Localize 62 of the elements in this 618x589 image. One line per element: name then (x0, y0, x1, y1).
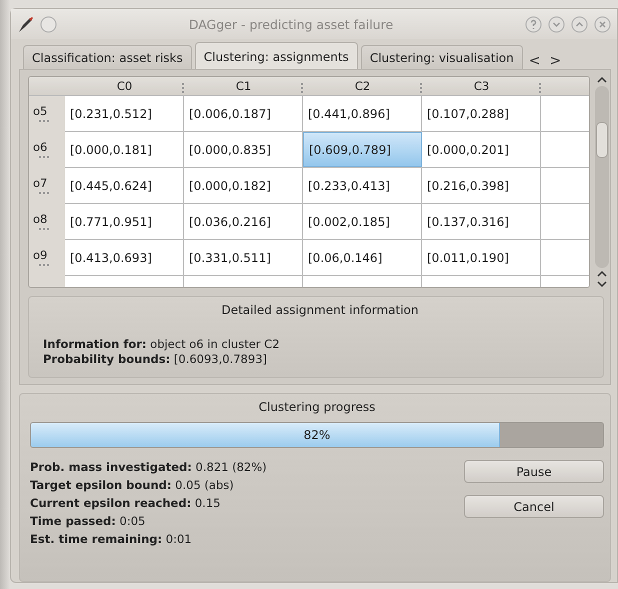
table-cell[interactable]: [0.000,0.201] (422, 132, 541, 167)
row-header[interactable]: o9 (33, 248, 48, 262)
row-header[interactable]: o7 (33, 176, 48, 190)
stat-line: Target epsilon bound: 0.05 (abs) (30, 478, 235, 493)
tab[interactable]: Clustering: visualisation (360, 45, 523, 69)
progress-reading: 82% (304, 428, 330, 442)
stat-line: Time passed: 0:05 (30, 514, 146, 529)
maximize-icon[interactable] (571, 16, 588, 32)
table-cell[interactable]: [0.609,0.789] (303, 132, 422, 167)
menu-button[interactable] (40, 16, 57, 32)
minimize-icon[interactable] (548, 16, 565, 32)
scroll-right-button[interactable]: > (546, 53, 564, 69)
table-cell[interactable]: [0.107,0.288] (422, 96, 541, 131)
table-cell[interactable]: [0.445,0.624] (65, 168, 184, 203)
tab[interactable]: Clustering: assignments (194, 42, 358, 69)
table-cell[interactable]: [0.233,0.413] (303, 168, 422, 203)
info-line: Information for: object o6 in cluster C2 (43, 337, 281, 352)
table-cell[interactable]: [0.413,0.693] (65, 240, 184, 275)
table-cell[interactable]: [0.771,0.951] (65, 204, 184, 239)
table-cell[interactable]: [0.036,0.216] (184, 204, 303, 239)
scroll-up-icon[interactable] (596, 76, 608, 84)
grip-icon (39, 264, 49, 267)
stat-line: Prob. mass investigated: 0.821 (82%) (30, 460, 267, 475)
info-line: Probability bounds: [0.6093,0.7893] (43, 352, 268, 367)
table-cell[interactable]: [0.002,0.185] (303, 204, 422, 239)
table-cell[interactable]: [0.216,0.398] (422, 168, 541, 203)
grip-icon (39, 120, 49, 123)
table-cell[interactable]: [0.441,0.896] (303, 96, 422, 131)
scrollbar-track[interactable] (595, 86, 609, 268)
action-button[interactable]: Pause (464, 460, 604, 483)
panel-title: Clustering progress (258, 400, 376, 414)
column-header[interactable]: C2 (354, 79, 370, 93)
scrollbar-thumb[interactable] (596, 122, 608, 158)
action-button[interactable]: Cancel (464, 495, 604, 518)
table-cell[interactable]: [0.011,0.190] (422, 240, 541, 275)
window-title: DAGger - predicting asset failure (188, 16, 394, 32)
table-cell[interactable]: [0.137,0.316] (422, 204, 541, 239)
help-icon[interactable] (525, 16, 542, 32)
table-cell[interactable]: [0.000,0.181] (65, 132, 184, 167)
table-cell[interactable]: [0.06,0.146] (303, 240, 422, 275)
stat-line: Est. time remaining: 0:01 (30, 532, 193, 547)
row-header[interactable]: o6 (33, 140, 48, 154)
pen-icon (17, 16, 34, 32)
panel-title: Detailed assignment information (220, 303, 420, 317)
table-cell[interactable]: [0.000,0.182] (184, 168, 303, 203)
table-cell[interactable]: [0.231,0.512] (65, 96, 184, 131)
column-header[interactable]: C1 (236, 79, 252, 93)
scroll-down-icon[interactable] (596, 280, 608, 288)
column-header[interactable]: C3 (474, 79, 490, 93)
row-header[interactable]: o5 (33, 104, 48, 118)
table-cell[interactable]: [0.331,0.511] (184, 240, 303, 275)
row-header[interactable]: o8 (33, 212, 48, 226)
table-cell[interactable]: [0.006,0.187] (184, 96, 303, 131)
stat-line: Current epsilon reached: 0.15 (30, 496, 222, 511)
column-header[interactable]: C0 (116, 79, 132, 93)
close-icon[interactable] (594, 16, 611, 32)
scroll-up-icon[interactable] (596, 270, 608, 278)
grip-icon (39, 192, 49, 195)
grip-icon (39, 156, 49, 159)
tab[interactable]: Classification: asset risks (23, 45, 192, 69)
grip-icon (39, 228, 49, 231)
scroll-left-button[interactable]: < (526, 53, 544, 69)
